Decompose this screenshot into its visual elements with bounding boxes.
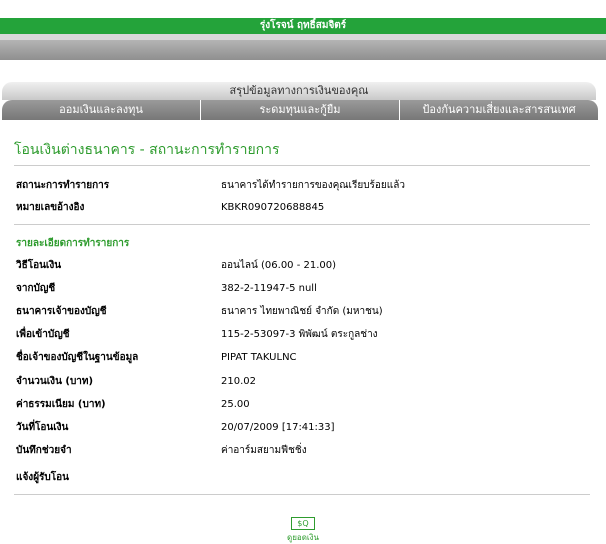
divider: [14, 224, 590, 225]
row-label: ค่าธรรมเนียม (บาท): [16, 399, 106, 410]
row-value: 210.02: [221, 376, 256, 387]
header-band: [0, 40, 606, 60]
tab-insurance[interactable]: ป้องกันความเสี่ยงและสารสนเทศ: [400, 100, 598, 120]
row-label: วิธีโอนเงิน: [16, 260, 62, 271]
row-value: ออนไลน์ (06.00 - 21.00): [221, 260, 337, 271]
row-value: 115-2-53097-3 พิพัฒน์ ตระกูลช่าง: [221, 329, 378, 340]
row-value: 382-2-11947-5 null: [221, 283, 317, 294]
divider: [14, 165, 590, 166]
header-bar: รุ่งโรจน์ ฤทธิ์สมจิตร์: [0, 18, 606, 34]
row-label: วันที่โอนเงิน: [16, 422, 69, 433]
row-value: 20/07/2009 [17:41:33]: [221, 422, 335, 433]
check-balance-label: ดูยอดเงิน: [287, 533, 319, 542]
row-label: แจ้งผู้รับโอน: [16, 472, 69, 483]
row-value: PIPAT TAKULNC: [221, 352, 297, 363]
row-value: ธนาคาร ไทยพาณิชย์ จำกัด (มหาชน): [221, 306, 383, 317]
bank-title: รุ่งโรจน์ ฤทธิ์สมจิตร์: [259, 20, 347, 31]
tab-loans[interactable]: ระดมทุนและกู้ยืม: [201, 100, 400, 120]
summary-tab[interactable]: สรุปข้อมูลทางการเงินของคุณ: [2, 82, 596, 100]
row-label: บันทึกช่วยจำ: [16, 445, 72, 456]
row-value: ธนาคารได้ทำรายการของคุณเรียบร้อยแล้ว: [221, 180, 405, 191]
main-tabs: ออมเงินและลงทุน ระดมทุนและกู้ยืม ป้องกัน…: [2, 100, 598, 120]
details-section-title: รายละเอียดการทำรายการ: [16, 238, 130, 249]
check-balance-link[interactable]: $Q ดูยอดเงิน: [285, 511, 321, 544]
page-title: โอนเงินต่างธนาคาร - สถานะการทำรายการ: [14, 142, 280, 158]
row-label: หมายเลขอ้างอิง: [16, 202, 85, 213]
row-label: จากบัญชี: [16, 283, 56, 294]
row-label: ชื่อเจ้าของบัญชีในฐานข้อมูล: [16, 352, 139, 363]
row-label: เพื่อเข้าบัญชี: [16, 329, 70, 340]
summary-tab-label: สรุปข้อมูลทางการเงินของคุณ: [229, 84, 369, 97]
row-label: จำนวนเงิน (บาท): [16, 376, 94, 387]
tab-label: ป้องกันความเสี่ยงและสารสนเทศ: [422, 103, 576, 116]
tab-label: ออมเงินและลงทุน: [59, 103, 143, 116]
tab-savings[interactable]: ออมเงินและลงทุน: [2, 100, 201, 120]
row-label: ธนาคารเจ้าของบัญชี: [16, 306, 107, 317]
row-value: KBKR090720688845: [221, 202, 325, 213]
row-value: ค่าอาร์มสยามฟีชชิ่ง: [221, 445, 307, 456]
tab-label: ระดมทุนและกู้ยืม: [259, 103, 341, 116]
row-value: 25.00: [221, 399, 250, 410]
row-label: สถานะการทำรายการ: [16, 180, 110, 191]
money-icon: $Q: [291, 517, 315, 530]
divider: [14, 494, 590, 495]
